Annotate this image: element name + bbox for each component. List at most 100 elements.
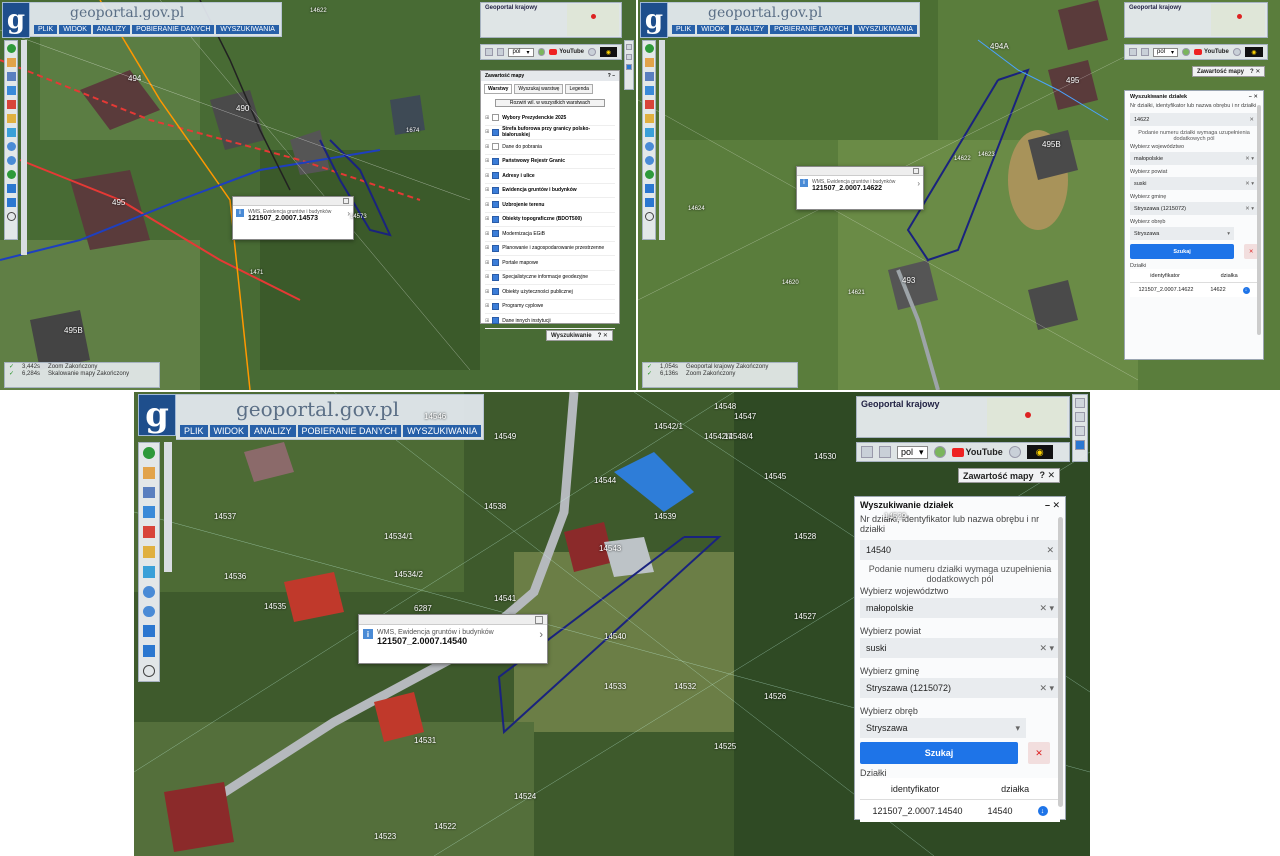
eye-icon[interactable] — [1075, 440, 1085, 450]
expand-icon[interactable]: ⊞ — [485, 245, 489, 251]
save-icon[interactable] — [879, 446, 891, 458]
layer-checkbox[interactable] — [492, 317, 500, 325]
layers-icon[interactable] — [6, 72, 16, 81]
menu-widok[interactable]: WIDOK — [209, 425, 249, 437]
print-icon[interactable] — [861, 446, 873, 458]
locate-pin-icon[interactable]: ↓ — [1037, 806, 1048, 816]
layer-item[interactable]: ⊞ Planowanie i zagospodarowanie przestrze… — [485, 242, 615, 256]
back-arrow-icon[interactable] — [6, 184, 16, 193]
close-popup-icon[interactable] — [913, 168, 919, 174]
zoom-slider[interactable] — [659, 40, 665, 240]
menu-pobieranie[interactable]: POBIERANIE DANYCH — [297, 425, 402, 437]
measure-icon[interactable] — [143, 565, 155, 578]
forward-arrow-icon[interactable] — [143, 645, 155, 658]
obreb-select[interactable]: Stryszawa ▾ — [860, 718, 1026, 738]
locate-icon[interactable] — [644, 212, 654, 221]
overview-minimap[interactable] — [1211, 4, 1265, 36]
accessibility-eye-icon[interactable]: ◉ — [1244, 47, 1263, 57]
logo-g-icon[interactable]: g — [640, 2, 668, 38]
select-icon[interactable] — [6, 86, 16, 95]
globe-icon[interactable] — [644, 170, 654, 179]
eco-icon[interactable] — [537, 48, 546, 56]
table-row[interactable]: 121507_2.0007.14540 14540 ↓ — [860, 800, 1060, 822]
select-icon[interactable] — [644, 86, 654, 95]
tab-wyszukaj-warstwe[interactable]: Wyszukaj warstwę — [514, 84, 564, 94]
layer-checkbox[interactable] — [492, 259, 500, 267]
locate-icon[interactable] — [143, 665, 155, 677]
gmina-select[interactable]: Stryszawa (1215072) ✕ ▾ — [860, 678, 1060, 698]
window-controls-icon[interactable]: – ✕ — [1249, 94, 1258, 100]
tool-icon[interactable] — [626, 44, 632, 50]
layer-item[interactable]: ⊞ Adresy i ulice — [485, 169, 615, 184]
layer-item[interactable]: ⊞ Dane do pobrania — [485, 140, 615, 155]
pencil-icon[interactable] — [644, 114, 654, 123]
forward-arrow-icon[interactable] — [644, 198, 654, 207]
layer-checkbox[interactable] — [492, 201, 500, 209]
tool-icon[interactable] — [626, 54, 632, 60]
expand-icon[interactable]: ⊞ — [485, 303, 489, 309]
table-row[interactable]: 121507_2.0007.14622 14622 ↓ — [1130, 283, 1258, 297]
col-identyfikator[interactable]: identyfikator — [1150, 273, 1180, 279]
zawartosc-mapy-tab[interactable]: Zawartość mapy? ✕ — [1192, 66, 1266, 77]
eco-icon[interactable] — [1182, 48, 1191, 56]
layer-checkbox[interactable] — [492, 128, 500, 136]
layer-checkbox[interactable] — [492, 114, 500, 122]
logo-g-icon[interactable]: g — [2, 2, 30, 38]
tool-icon[interactable] — [1075, 412, 1085, 422]
expand-icon[interactable]: ⊞ — [485, 318, 489, 324]
layer-item[interactable]: ⊞ Strefa buforowa przy granicy polsko-bia… — [485, 126, 615, 140]
delete-select-icon[interactable] — [143, 526, 155, 539]
zoom-out-icon[interactable] — [644, 156, 654, 165]
info-icon[interactable] — [6, 44, 16, 53]
youtube-link[interactable]: YouTube — [1194, 49, 1229, 55]
close-popup-icon[interactable] — [535, 615, 543, 624]
language-select[interactable]: pol ▾ — [897, 445, 928, 459]
zoom-slider[interactable] — [21, 40, 27, 255]
layer-item[interactable]: ⊞ Uzbrojenie terenu — [485, 198, 615, 213]
tab-legenda[interactable]: Legenda — [565, 84, 593, 94]
expand-icon[interactable]: ⊞ — [485, 115, 489, 121]
layer-checkbox[interactable] — [492, 186, 500, 194]
zoom-out-icon[interactable] — [6, 156, 16, 165]
chevron-right-icon[interactable]: › — [917, 179, 920, 188]
close-panel-icon[interactable]: ? – — [608, 73, 615, 79]
col-identyfikator[interactable]: identyfikator — [891, 784, 940, 794]
hand-icon[interactable] — [6, 58, 16, 67]
delete-button[interactable]: ✕ — [1028, 742, 1050, 764]
zoom-in-icon[interactable] — [6, 142, 16, 151]
eye-icon[interactable] — [626, 64, 632, 70]
obreb-select[interactable]: Stryszawa ▾ — [1130, 227, 1234, 240]
layer-checkbox[interactable] — [492, 302, 500, 310]
layer-item[interactable]: ⊞ Programy cyplowe — [485, 300, 615, 314]
window-controls-icon[interactable]: – ✕ — [1045, 500, 1060, 511]
menu-plik[interactable]: PLIK — [34, 25, 58, 34]
menu-pobieranie[interactable]: POBIERANIE DANYCH — [770, 25, 853, 34]
help-icon[interactable] — [1008, 446, 1021, 458]
eco-icon[interactable] — [933, 446, 946, 458]
locate-icon[interactable] — [6, 212, 16, 221]
menu-widok[interactable]: WIDOK — [59, 25, 91, 34]
expand-icon[interactable]: ⊞ — [485, 187, 489, 193]
wyszukiwanie-tab[interactable]: Wyszukiwanie? ✕ — [546, 330, 613, 341]
layer-item[interactable]: ⊞ Dane innych instytucji — [485, 314, 615, 329]
menu-pobieranie[interactable]: POBIERANIE DANYCH — [132, 25, 215, 34]
expand-icon[interactable]: ⊞ — [485, 173, 489, 179]
layer-item[interactable]: ⊞ Ewidencja gruntów i budynków — [485, 184, 615, 198]
overview-minimap[interactable] — [567, 4, 619, 36]
zoom-out-icon[interactable] — [143, 605, 155, 618]
pencil-icon[interactable] — [143, 546, 155, 558]
parcel-number-input[interactable]: 14622 ✕ — [1130, 113, 1258, 126]
tool-icon[interactable] — [1075, 398, 1085, 408]
overview-minimap[interactable] — [987, 398, 1067, 436]
accessibility-eye-icon[interactable]: ◉ — [1026, 445, 1053, 459]
save-icon[interactable] — [1141, 48, 1149, 56]
back-arrow-icon[interactable] — [644, 184, 654, 193]
expand-icon[interactable]: ⊞ — [485, 289, 489, 295]
layer-checkbox[interactable] — [492, 288, 500, 296]
menu-wyszukiwania[interactable]: WYSZUKIWANIA — [216, 25, 279, 34]
pow-select[interactable]: suski ✕ ▾ — [1130, 177, 1258, 190]
info-icon[interactable] — [644, 44, 654, 53]
woj-select[interactable]: małopolskie ✕ ▾ — [860, 598, 1060, 618]
menu-plik[interactable]: PLIK — [180, 425, 208, 437]
expand-icon[interactable]: ⊞ — [485, 260, 489, 266]
